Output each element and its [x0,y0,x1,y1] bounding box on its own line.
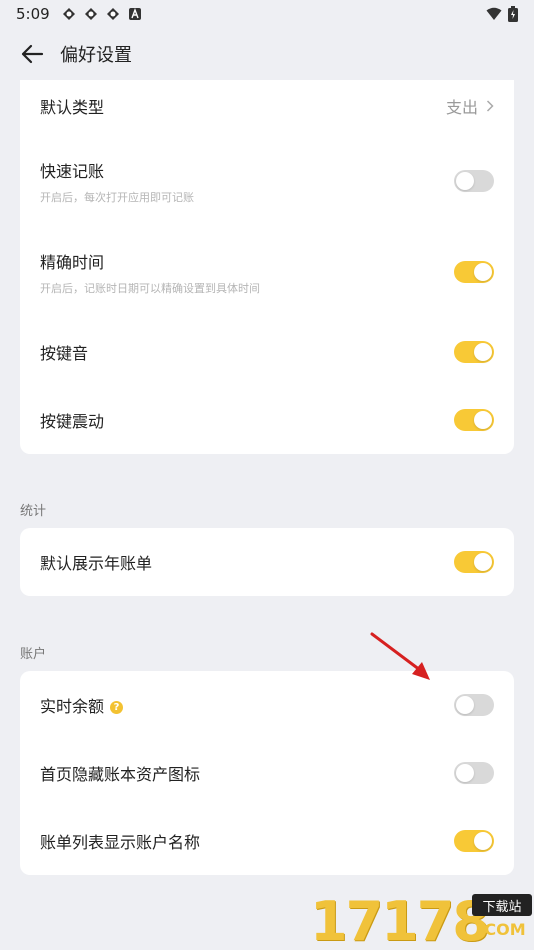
battery-icon [508,6,518,22]
watermark-badge: 下载站 [472,894,532,916]
status-right-icons [486,6,518,22]
row-label: 快速记账 [40,161,105,181]
preferences-card: 默认类型 支出 快速记账 开启后，每次打开应用即可记账 精确时间 开启后，记账时… [20,80,514,454]
row-label: 默认类型 [40,98,105,117]
row-label: 按键音 [40,344,89,363]
row-label: 精确时间 [40,252,105,272]
stats-card: 默认展示年账单 [20,528,514,596]
key-sound-toggle[interactable] [454,341,494,363]
default-year-bill-toggle[interactable] [454,551,494,573]
row-label: 账单列表显示账户名称 [40,833,201,852]
a-box-icon [128,8,141,20]
row-label: 默认展示年账单 [40,554,153,573]
realtime-balance-row: 实时余额? [20,679,514,731]
default-year-bill-row: 默认展示年账单 [20,536,514,588]
arrow-left-icon [21,44,44,64]
precise-time-row: 精确时间 开启后，记账时日期可以精确设置到具体时间 [20,237,514,307]
watermark-com: .COM [478,919,526,939]
app-header: 偏好设置 [0,30,534,78]
wifi-icon [486,7,502,20]
section-title-account: 账户 [20,647,47,662]
key-vibration-toggle[interactable] [454,409,494,431]
realtime-balance-toggle[interactable] [454,694,494,716]
hide-asset-icon-row: 首页隐藏账本资产图标 [20,747,514,799]
row-label: 按键震动 [40,412,105,431]
watermark-digits: 17178 [310,890,490,950]
back-button[interactable] [18,40,46,68]
key-vibration-row: 按键震动 [20,394,514,446]
show-account-name-row: 账单列表显示账户名称 [20,815,514,867]
section-title-stats: 统计 [20,504,47,519]
show-account-name-toggle[interactable] [454,830,494,852]
annotation-arrow-icon [370,632,430,680]
hide-asset-icon-toggle[interactable] [454,762,494,784]
row-label: 实时余额? [40,693,124,717]
status-left-icons [62,7,142,21]
quick-record-toggle[interactable] [454,170,494,192]
settings-like-icon [84,8,97,20]
realtime-balance-label: 实时余额 [40,697,105,716]
default-type-value: 支出 [445,98,478,117]
precise-time-toggle[interactable] [454,261,494,283]
key-sound-row: 按键音 [20,326,514,378]
site-watermark-logo: 17178 下载站 .COM [310,888,534,950]
settings-like-icon [62,8,75,20]
account-card: 实时余额? 首页隐藏账本资产图标 账单列表显示账户名称 [20,671,514,875]
status-time: 5:09 [16,5,50,23]
question-circle-icon[interactable]: ? [110,701,124,714]
row-label: 首页隐藏账本资产图标 [40,765,201,784]
row-description: 开启后，记账时日期可以精确设置到具体时间 [40,281,260,295]
chevron-right-icon [486,100,494,112]
settings-like-icon [106,8,119,20]
quick-record-row: 快速记账 开启后，每次打开应用即可记账 [20,146,514,216]
page-title: 偏好设置 [60,45,132,66]
row-description: 开启后，每次打开应用即可记账 [40,190,194,204]
default-type-row[interactable]: 默认类型 支出 [20,80,514,132]
status-bar: 5:09 [0,0,534,28]
